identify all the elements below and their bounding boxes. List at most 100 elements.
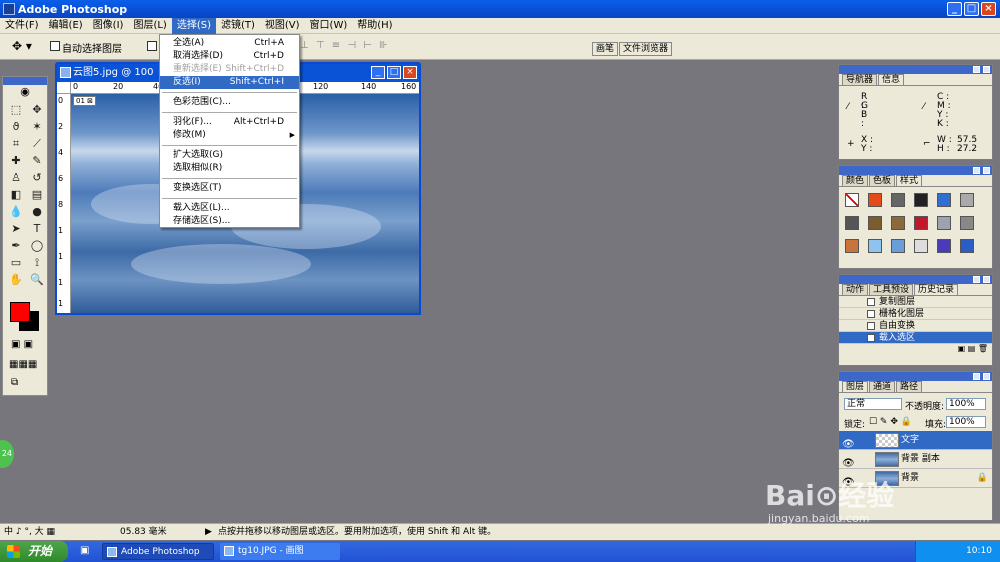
tab-swatches[interactable]: 色板 xyxy=(869,175,896,186)
arrow-icon[interactable]: ▶ xyxy=(205,524,212,540)
ruler-origin[interactable] xyxy=(57,82,71,94)
show-bounding-box-checkbox[interactable] xyxy=(147,41,157,51)
shape-tool-icon[interactable]: ◯ xyxy=(27,238,47,254)
slice-tool-icon[interactable]: ⟋ xyxy=(27,136,47,152)
menu-window[interactable]: 窗口(W) xyxy=(305,18,353,34)
layer-row-text[interactable]: 👁 文字 xyxy=(839,431,992,450)
style-swatch[interactable] xyxy=(914,216,928,230)
zoom-tool-icon[interactable]: 🔍 xyxy=(27,272,47,288)
clone-stamp-icon[interactable]: ♙ xyxy=(6,170,26,186)
quick-mask-icons[interactable]: ▣ ▣ xyxy=(11,339,33,350)
pen-tool-icon[interactable]: ✒ xyxy=(6,238,26,254)
style-swatch[interactable] xyxy=(960,216,974,230)
style-swatch[interactable] xyxy=(960,239,974,253)
menu-item-feather[interactable]: 羽化(F)... Alt+Ctrl+D xyxy=(160,116,299,129)
floating-badge[interactable]: 24 xyxy=(0,440,14,468)
lasso-tool-icon[interactable]: ϑ xyxy=(6,119,26,135)
menu-item-similar[interactable]: 选取相似(R) xyxy=(160,162,299,175)
tab-paths[interactable]: 路径 xyxy=(896,381,923,392)
eyedropper-icon[interactable]: ⟟ xyxy=(27,255,47,271)
style-swatch[interactable] xyxy=(914,239,928,253)
history-item[interactable]: 自由变换 xyxy=(839,320,992,332)
doc-minimize-button[interactable]: _ xyxy=(371,66,385,79)
style-swatch[interactable] xyxy=(891,216,905,230)
style-swatch[interactable] xyxy=(937,193,951,207)
tab-layers[interactable]: 图层 xyxy=(842,381,869,392)
tab-info[interactable]: 信息 xyxy=(878,74,905,85)
style-swatch[interactable] xyxy=(868,216,882,230)
history-item[interactable]: 栅格化图层 xyxy=(839,308,992,320)
menu-item-select-all[interactable]: 全选(A) Ctrl+A xyxy=(160,37,299,50)
menu-item-transform-selection[interactable]: 变换选区(T) xyxy=(160,182,299,195)
doc-close-button[interactable]: × xyxy=(403,66,417,79)
start-button[interactable]: 开始 xyxy=(0,541,68,562)
brush-tool-icon[interactable]: ✎ xyxy=(27,153,47,169)
dodge-tool-icon[interactable]: ● xyxy=(27,204,47,220)
move-tool-icon[interactable]: ✥ xyxy=(27,102,47,118)
gradient-icon[interactable]: ▤ xyxy=(27,187,47,203)
path-select-icon[interactable]: ➤ xyxy=(6,221,26,237)
healing-brush-icon[interactable]: ✚ xyxy=(6,153,26,169)
close-button[interactable]: × xyxy=(981,2,996,16)
style-swatch[interactable] xyxy=(937,239,951,253)
panel-header[interactable] xyxy=(839,372,992,381)
panel-header[interactable] xyxy=(839,65,992,74)
notes-tool-icon[interactable]: ▭ xyxy=(6,255,26,271)
history-footer-icons[interactable]: ▣ ▤ 🗑 xyxy=(839,344,992,354)
menu-file[interactable]: 文件(F) xyxy=(0,18,44,34)
menu-image[interactable]: 图像(I) xyxy=(88,18,129,34)
history-item[interactable]: 复制图层 xyxy=(839,296,992,308)
tab-navigator[interactable]: 导航器 xyxy=(842,74,878,85)
panel-header[interactable] xyxy=(839,166,992,175)
menu-item-color-range[interactable]: 色彩范围(C)... xyxy=(160,96,299,109)
layer-row-background-copy[interactable]: 👁 背景 副本 xyxy=(839,450,992,469)
toolbox-header[interactable] xyxy=(3,77,47,85)
screen-mode-icons[interactable]: ▦▦▦ xyxy=(9,359,37,370)
marquee-tool-icon[interactable]: ⬚ xyxy=(6,102,26,118)
jump-to-imageready-icon[interactable]: ⧉ xyxy=(11,377,18,388)
menu-select[interactable]: 选择(S) xyxy=(171,17,216,34)
style-swatch-none[interactable] xyxy=(845,193,859,207)
tab-actions[interactable]: 动作 xyxy=(842,284,869,295)
style-swatch[interactable] xyxy=(845,216,859,230)
lock-icons[interactable]: ☐ ✎ ✥ 🔒 xyxy=(869,417,912,427)
eraser-icon[interactable]: ◧ xyxy=(6,187,26,203)
hand-tool-icon[interactable]: ✋ xyxy=(6,272,26,288)
align-icons[interactable]: ⊥ ⊤ ≡ ⊣ ⊢ ⊪ xyxy=(300,40,390,51)
history-brush-icon[interactable]: ↺ xyxy=(27,170,47,186)
tab-history[interactable]: 历史记录 xyxy=(914,284,959,295)
blend-mode-select[interactable]: 正常 xyxy=(844,398,902,410)
brush-palette-tab[interactable]: 画笔 xyxy=(592,42,619,56)
menu-edit[interactable]: 编辑(E) xyxy=(44,18,88,34)
taskbar-paint[interactable]: tg10.JPG - 画图 xyxy=(220,543,340,560)
type-tool-icon[interactable]: T xyxy=(27,221,47,237)
file-browser-tab[interactable]: 文件浏览器 xyxy=(619,42,673,56)
show-desktop-icon[interactable]: ▣ xyxy=(80,545,89,556)
fill-input[interactable]: 100% xyxy=(946,416,986,428)
crop-tool-icon[interactable]: ⌗ xyxy=(6,136,26,152)
magic-wand-icon[interactable]: ✶ xyxy=(27,119,47,135)
minimize-button[interactable]: _ xyxy=(947,2,962,16)
history-item-selected[interactable]: 载入选区 xyxy=(839,332,992,344)
style-swatch[interactable] xyxy=(914,193,928,207)
style-swatch[interactable] xyxy=(891,239,905,253)
menu-item-deselect[interactable]: 取消选择(D) Ctrl+D xyxy=(160,50,299,63)
menu-item-save-selection[interactable]: 存储选区(S)... xyxy=(160,215,299,228)
tab-channels[interactable]: 通道 xyxy=(869,381,896,392)
foreground-color-swatch[interactable] xyxy=(10,302,30,322)
clock[interactable]: 10:10 xyxy=(966,546,992,556)
move-tool-preset-icon[interactable]: ✥ ▾ xyxy=(12,39,32,53)
blur-tool-icon[interactable]: 💧 xyxy=(6,204,26,220)
menu-item-modify[interactable]: 修改(M) ▶ xyxy=(160,129,299,142)
photoshop-eye-icon[interactable]: ◉ xyxy=(3,85,47,99)
style-swatch[interactable] xyxy=(960,193,974,207)
menu-view[interactable]: 视图(V) xyxy=(260,18,305,34)
vertical-ruler[interactable]: 0 2 4 6 8 1 1 1 1 xyxy=(57,94,71,313)
menu-item-load-selection[interactable]: 载入选区(L)... xyxy=(160,202,299,215)
menu-layer[interactable]: 图层(L) xyxy=(128,18,171,34)
style-swatch[interactable] xyxy=(868,193,882,207)
tab-tool-presets[interactable]: 工具预设 xyxy=(869,284,914,295)
menu-filter[interactable]: 滤镜(T) xyxy=(216,18,260,34)
menu-item-grow[interactable]: 扩大选取(G) xyxy=(160,149,299,162)
style-swatch[interactable] xyxy=(937,216,951,230)
